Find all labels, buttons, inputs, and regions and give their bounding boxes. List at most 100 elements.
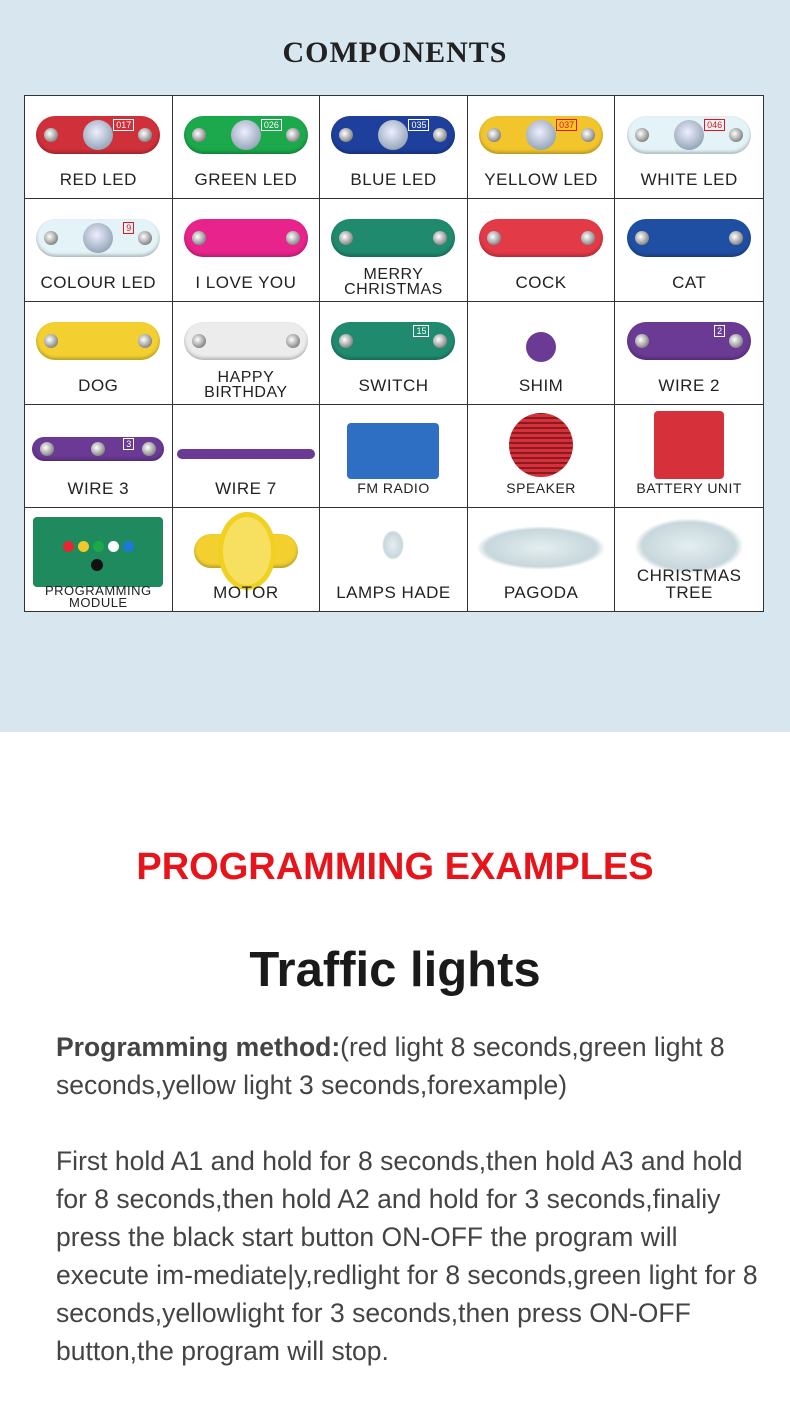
snap-icon bbox=[44, 334, 59, 348]
fan-icon bbox=[217, 512, 276, 590]
snap-icon bbox=[487, 128, 502, 142]
programming-method: Programming method:(red light 8 seconds,… bbox=[56, 1028, 766, 1104]
component-cell: COCK bbox=[467, 199, 616, 302]
part-code: 046 bbox=[704, 119, 726, 131]
component-cell: CHRISTMAS TREE bbox=[615, 508, 763, 611]
led-lens-icon bbox=[230, 120, 261, 150]
component-image bbox=[33, 517, 164, 587]
component-image bbox=[382, 530, 405, 560]
components-grid: 017 RED LED 026 GREEN LED 035 BLUE LED 037 YELL… bbox=[24, 95, 764, 612]
component-label: MOTOR bbox=[213, 583, 279, 602]
part-code: 3 bbox=[123, 438, 135, 450]
component-image bbox=[331, 219, 456, 257]
component-label: WHITE LED bbox=[640, 170, 738, 189]
component-label: WIRE 3 bbox=[67, 479, 130, 498]
snap-icon bbox=[433, 128, 448, 142]
snap-icon bbox=[191, 128, 206, 142]
component-cell: 9 COLOUR LED bbox=[25, 199, 173, 302]
component-image bbox=[176, 449, 315, 459]
component-label: GREEN LED bbox=[194, 170, 298, 189]
led-lens-icon bbox=[674, 120, 705, 150]
part-code: 035 bbox=[408, 119, 430, 131]
button-icon bbox=[93, 541, 105, 552]
component-cell: 2 WIRE 2 bbox=[615, 302, 763, 405]
component-label: WIRE 7 bbox=[215, 479, 277, 498]
snap-icon bbox=[91, 442, 106, 456]
component-cell: MERRY CHRISTMAS bbox=[320, 199, 468, 302]
component-image bbox=[36, 322, 161, 360]
button-icon bbox=[78, 541, 90, 552]
component-image bbox=[479, 219, 604, 257]
component-cell: SHIM bbox=[467, 302, 616, 405]
component-cell: PAGODA bbox=[468, 508, 616, 611]
component-image: 3 bbox=[32, 437, 165, 461]
component-label: RED LED bbox=[59, 170, 137, 189]
button-icon bbox=[63, 541, 75, 552]
snap-icon bbox=[433, 231, 448, 245]
component-cell: 15 SWITCH bbox=[320, 302, 468, 405]
component-image: 9 bbox=[36, 219, 161, 257]
component-cell: DOG bbox=[25, 302, 173, 405]
component-label: PAGODA bbox=[503, 583, 579, 602]
component-cell: 3 WIRE 3 bbox=[25, 405, 173, 508]
component-image bbox=[193, 512, 298, 590]
button-icon bbox=[108, 541, 120, 552]
example-title: Traffic lights bbox=[249, 943, 541, 997]
component-label: SHIM bbox=[518, 376, 564, 395]
component-cell: PROGRAMMING MODULE bbox=[25, 508, 173, 611]
component-cell: I LOVE YOU bbox=[172, 199, 321, 302]
led-lens-icon bbox=[378, 120, 409, 150]
component-cell: SPEAKER bbox=[467, 405, 616, 508]
component-cell: MOTOR bbox=[173, 508, 321, 611]
snap-icon bbox=[138, 334, 153, 348]
led-lens-icon bbox=[83, 223, 114, 253]
snap-icon bbox=[339, 231, 354, 245]
component-label: LAMPS HADE bbox=[336, 583, 451, 602]
component-label: SPEAKER bbox=[506, 480, 576, 496]
component-label: FM RADIO bbox=[357, 480, 430, 496]
snap-icon bbox=[285, 128, 300, 142]
button-icon bbox=[123, 541, 135, 552]
section-title: PROGRAMMING EXAMPLES bbox=[136, 846, 654, 888]
component-label: I LOVE YOU bbox=[195, 273, 297, 292]
method-label: Programming method: bbox=[56, 1032, 341, 1062]
part-code: 15 bbox=[413, 325, 430, 337]
component-cell: FM RADIO bbox=[320, 405, 468, 508]
component-label: HAPPY BIRTHDAY bbox=[204, 369, 288, 401]
on-off-button-icon bbox=[91, 559, 104, 571]
snap-icon bbox=[191, 334, 206, 348]
snap-icon bbox=[142, 442, 157, 456]
part-code: 2 bbox=[714, 325, 726, 337]
snap-icon bbox=[339, 128, 354, 142]
snap-icon bbox=[191, 231, 206, 245]
component-image: 026 bbox=[183, 116, 308, 154]
component-image bbox=[509, 413, 574, 477]
component-cell: BATTERY UNIT bbox=[615, 405, 763, 508]
part-code: 017 bbox=[113, 119, 135, 131]
component-label: BLUE LED bbox=[350, 170, 437, 189]
part-code: 037 bbox=[556, 119, 578, 131]
component-label: WIRE 2 bbox=[658, 376, 720, 395]
component-cell: LAMPS HADE bbox=[320, 508, 468, 611]
component-cell: CAT bbox=[615, 199, 763, 302]
component-image: 2 bbox=[627, 322, 752, 360]
component-label: DOG bbox=[78, 376, 119, 395]
component-image: 037 bbox=[479, 116, 604, 154]
snap-icon bbox=[729, 231, 744, 245]
snap-icon bbox=[138, 231, 153, 245]
component-image bbox=[526, 332, 557, 362]
component-label: PROGRAMMING MODULE bbox=[44, 583, 152, 610]
component-image: 15 bbox=[331, 322, 456, 360]
component-image bbox=[347, 423, 440, 479]
snap-icon bbox=[581, 128, 596, 142]
snap-icon bbox=[285, 334, 300, 348]
snap-icon bbox=[729, 128, 744, 142]
components-panel: COMPONENTS 017 RED LED 026 GREEN LED 035 BLUE… bbox=[0, 0, 790, 732]
component-cell: 035 BLUE LED bbox=[320, 96, 468, 199]
component-image: 046 bbox=[627, 116, 752, 154]
component-image: 035 bbox=[331, 116, 456, 154]
snap-icon bbox=[581, 231, 596, 245]
component-label: CHRISTMAS TREE bbox=[636, 566, 742, 602]
component-label: YELLOW LED bbox=[484, 170, 598, 189]
component-image bbox=[654, 411, 725, 479]
